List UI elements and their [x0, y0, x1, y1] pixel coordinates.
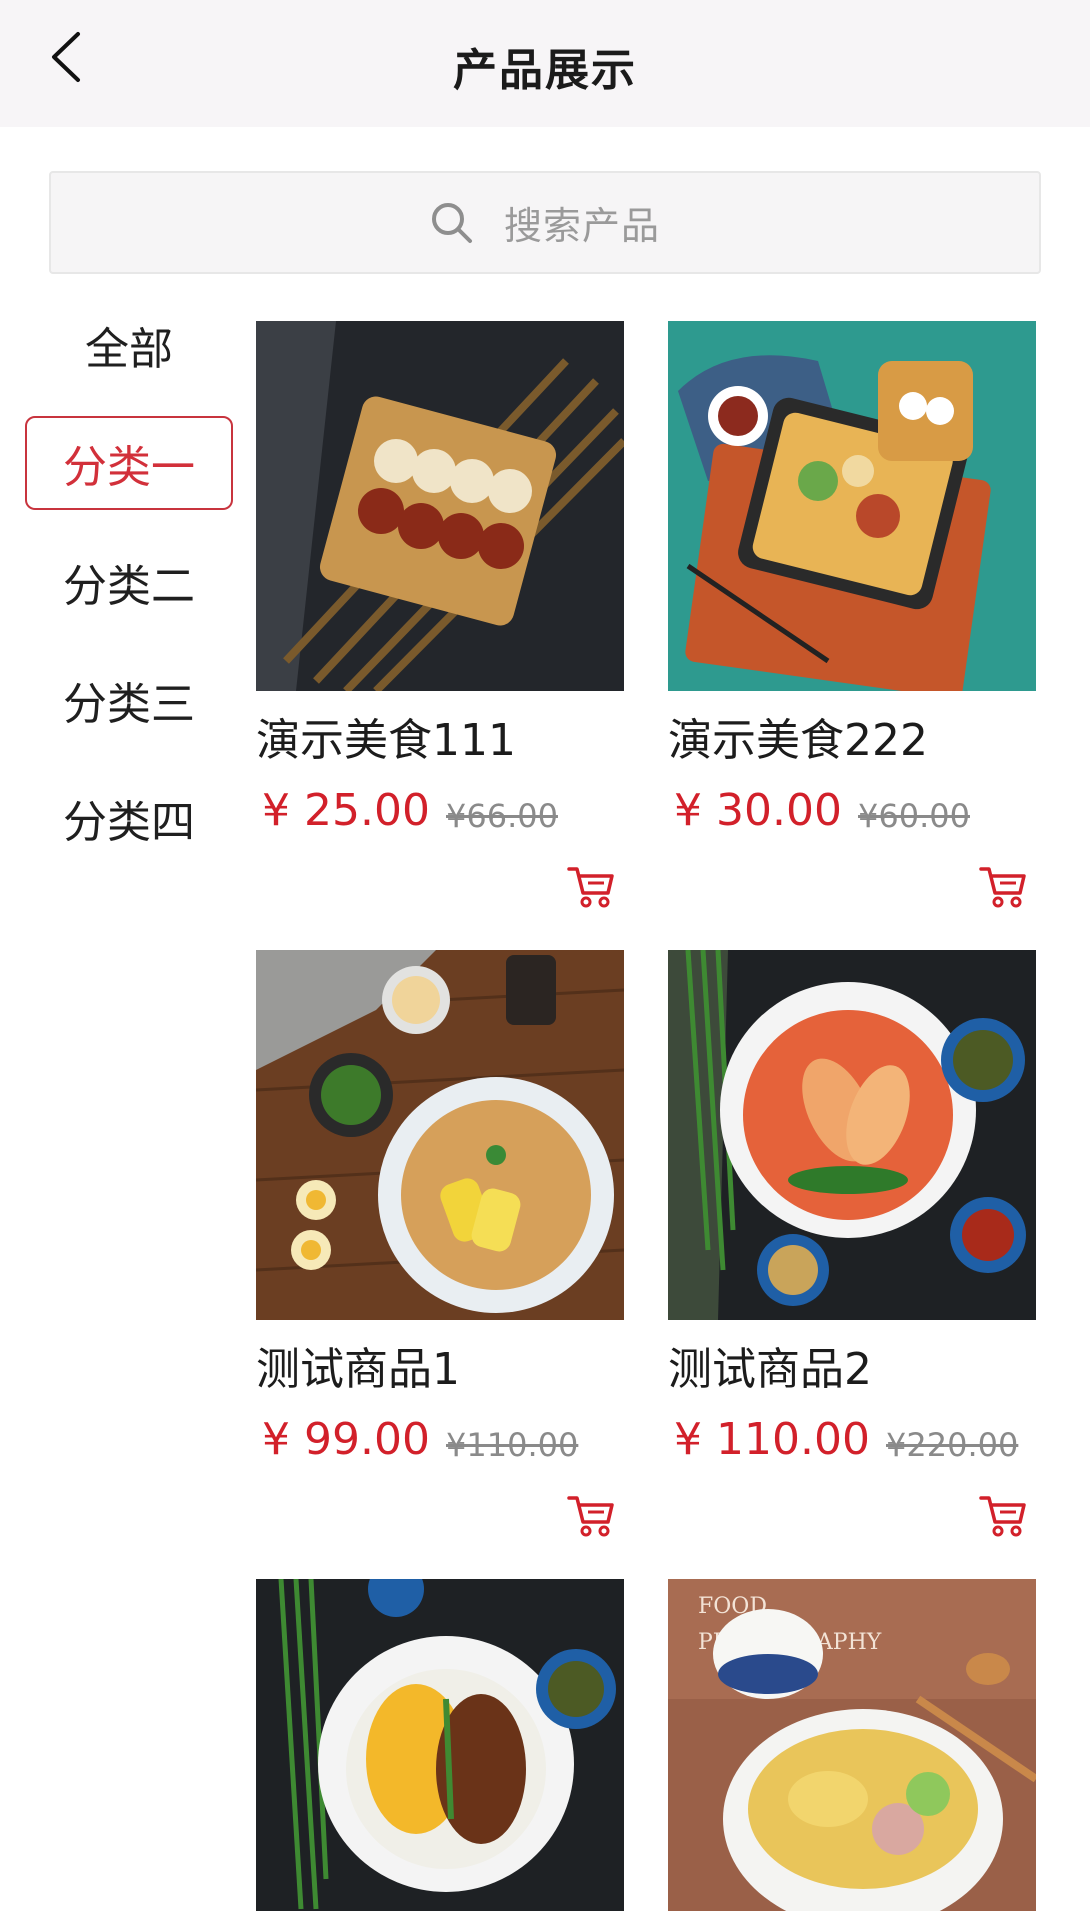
product-image-bento-box — [668, 321, 1036, 691]
product-card[interactable]: 演示美食222 ¥ 30.00 ¥60.00 — [668, 321, 1036, 921]
product-name: 测试商品1 — [256, 1344, 460, 1395]
category-3[interactable]: 分类三 — [25, 653, 233, 747]
product-image-fried-rice — [256, 950, 624, 1320]
search-placeholder: 搜索产品 — [503, 204, 660, 248]
product-card[interactable] — [256, 1579, 624, 1911]
product-card[interactable]: FOOD PHOTOGRAPHY — [668, 1579, 1036, 1911]
product-original-price: ¥110.00 — [446, 1426, 579, 1464]
category-4[interactable]: 分类四 — [25, 771, 233, 865]
product-card[interactable]: 测试商品2 ¥ 110.00 ¥220.00 — [668, 950, 1036, 1550]
product-image-sushi-platter — [256, 321, 624, 691]
page-title: 产品展示 — [453, 45, 637, 96]
search-icon — [431, 202, 472, 243]
product-name: 测试商品2 — [668, 1344, 872, 1395]
product-name: 演示美食222 — [668, 715, 928, 766]
product-original-price: ¥220.00 — [886, 1426, 1019, 1464]
search-input[interactable]: 搜索产品 — [49, 171, 1041, 274]
cart-icon[interactable] — [566, 1492, 616, 1538]
cart-icon[interactable] — [566, 863, 616, 909]
cart-icon[interactable] — [978, 1492, 1028, 1538]
cart-icon[interactable] — [978, 863, 1028, 909]
product-name: 演示美食111 — [256, 715, 516, 766]
product-price: ¥ 110.00 — [674, 1414, 870, 1465]
product-price: ¥ 99.00 — [262, 1414, 430, 1465]
category-1[interactable]: 分类一 — [25, 416, 233, 510]
product-card[interactable]: 测试商品1 ¥ 99.00 ¥110.00 — [256, 950, 624, 1550]
category-all[interactable]: 全部 — [25, 298, 233, 392]
product-image-corn-noodle-bowl — [256, 1579, 624, 1911]
product-image-noodle-bowl — [668, 950, 1036, 1320]
product-price: ¥ 30.00 — [674, 785, 842, 836]
product-card[interactable]: 演示美食111 ¥ 25.00 ¥66.00 — [256, 321, 624, 921]
product-image-dumpling-soup: FOOD PHOTOGRAPHY — [668, 1579, 1036, 1911]
header-bar: 产品展示 — [0, 0, 1090, 127]
product-original-price: ¥60.00 — [858, 797, 970, 835]
product-original-price: ¥66.00 — [446, 797, 558, 835]
product-price: ¥ 25.00 — [262, 785, 430, 836]
category-2[interactable]: 分类二 — [25, 535, 233, 629]
